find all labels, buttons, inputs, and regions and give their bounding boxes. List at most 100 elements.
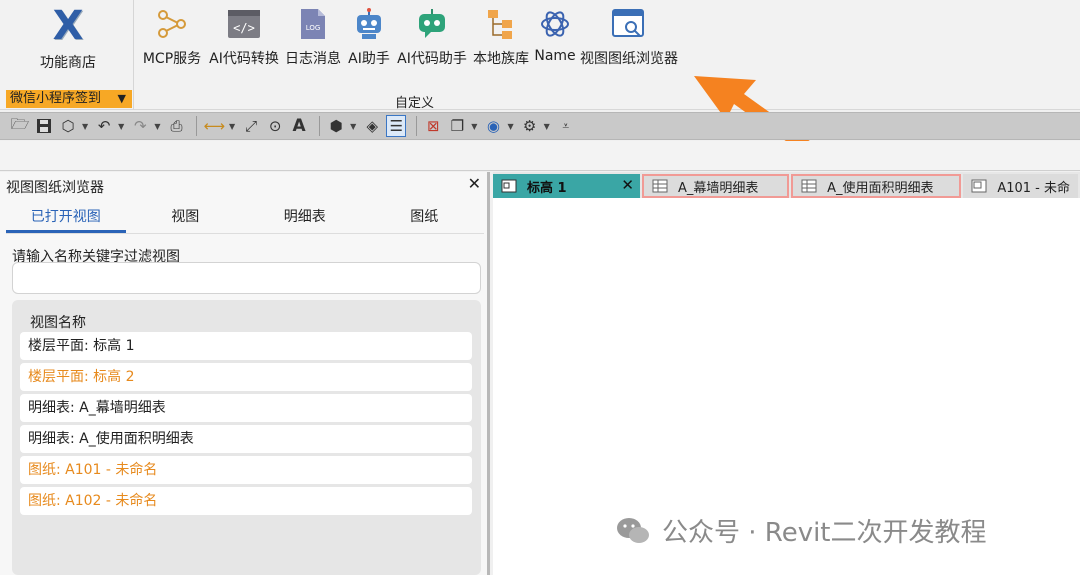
tool-label: 日志消息 — [285, 51, 341, 67]
separator — [319, 116, 321, 136]
tool-label: AI代码助手 — [397, 51, 467, 67]
list-item[interactable]: 楼层平面: 标高 2 — [20, 363, 472, 391]
function-store-button[interactable]: X 功能商店 — [20, 4, 116, 74]
doc-tab-label: 标高 1 — [527, 180, 567, 196]
local-family-library-button[interactable]: 本地族库 — [470, 6, 532, 74]
svg-text:</>: </> — [233, 21, 255, 35]
doc-tab-curtain-wall-schedule[interactable]: A_幕墙明细表 — [641, 174, 790, 198]
tool-label: AI代码转换 — [209, 51, 279, 67]
dropdown-arrow-icon[interactable]: ▼ — [471, 122, 477, 131]
close-hidden-windows-icon[interactable]: ⊠ — [423, 115, 443, 137]
tool-label: Name — [534, 48, 576, 64]
dropdown-arrow-icon[interactable]: ▼ — [350, 122, 356, 131]
close-tab-icon[interactable]: ✕ — [621, 176, 634, 194]
list-header: 视图名称 — [30, 315, 86, 331]
sheet-icon — [971, 179, 987, 193]
separator — [196, 116, 198, 136]
tree-folders-icon — [472, 6, 530, 42]
tool-label: AI助手 — [348, 51, 390, 67]
list-item[interactable]: 明细表: A_使用面积明细表 — [20, 425, 472, 453]
log-file-icon: LOG — [284, 6, 342, 42]
openai-knot-icon — [534, 6, 576, 42]
browser-tabs: 已打开视图 视图 明细表 图纸 — [6, 204, 484, 234]
mcp-nodes-icon — [140, 6, 204, 42]
list-item[interactable]: 楼层平面: 标高 1 — [20, 332, 472, 360]
redo-icon[interactable]: ↷ — [130, 115, 150, 137]
doc-tab-label: A101 - 未命 — [997, 180, 1070, 196]
tab-opened-views[interactable]: 已打开视图 — [6, 204, 126, 233]
sync-cloud-icon[interactable]: ⬡ — [58, 115, 78, 137]
caret-down-icon: ▼ — [117, 92, 126, 105]
doc-tab-area-schedule[interactable]: A_使用面积明细表 — [791, 174, 962, 198]
doc-tab-level-1[interactable]: 标高 1 ✕ — [493, 174, 640, 198]
tool-label: 本地族库 — [473, 51, 529, 67]
open-folder-icon[interactable]: 🗁 — [10, 115, 30, 137]
name-button[interactable]: Name — [532, 6, 578, 74]
watermark-text: 公众号 · Revit二次开发教程 — [662, 518, 987, 548]
wechat-logo-icon — [617, 517, 649, 543]
dropdown-arrow-icon[interactable]: ▼ — [154, 122, 160, 131]
window-search-icon — [580, 6, 678, 42]
ai-code-convert-button[interactable]: </> AI代码转换 — [206, 6, 282, 74]
schedule-icon — [801, 179, 817, 193]
dropdown-arrow-icon[interactable]: ▼ — [544, 122, 550, 131]
function-store-label: 功能商店 — [40, 55, 96, 71]
options-bar — [0, 141, 1080, 171]
robot-icon — [346, 6, 392, 42]
tab-views[interactable]: 视图 — [126, 204, 246, 233]
undo-icon[interactable]: ↶ — [94, 115, 114, 137]
doc-tab-label: A_使用面积明细表 — [827, 180, 934, 196]
ai-assistant-button[interactable]: AI助手 — [344, 6, 394, 74]
tag-icon[interactable]: ⊙ — [265, 115, 285, 137]
revit-window: X 功能商店 微信小程序签到 ▼ MCP服务 </> AI代码转换 LOG 日志… — [0, 0, 1080, 575]
dropdown-arrow-icon[interactable]: ▼ — [118, 122, 124, 131]
doc-tab-sheet-a101[interactable]: A101 - 未命 — [963, 174, 1078, 198]
mcp-service-button[interactable]: MCP服务 — [138, 6, 206, 74]
panel-title: 视图图纸浏览器 — [6, 180, 104, 196]
measure-icon[interactable]: ⟷ — [203, 115, 225, 137]
thin-lines-icon[interactable]: ☰ — [386, 115, 407, 137]
store-panel: X 功能商店 微信小程序签到 ▼ — [0, 0, 134, 110]
ribbon: X 功能商店 微信小程序签到 ▼ MCP服务 </> AI代码转换 LOG 日志… — [0, 0, 1080, 111]
switch-windows-icon[interactable]: ❐ — [447, 115, 467, 137]
custom-group-label: 自定义 — [395, 96, 435, 111]
text-icon[interactable]: A — [289, 115, 309, 137]
code-window-icon: </> — [208, 6, 280, 42]
section-icon[interactable]: ◈ — [362, 115, 382, 137]
save-icon[interactable] — [34, 115, 54, 137]
tab-schedules[interactable]: 明细表 — [245, 204, 365, 233]
dropdown-arrow-icon[interactable]: ▼ — [82, 122, 88, 131]
list-item[interactable]: 图纸: A102 - 未命名 — [20, 487, 472, 515]
doc-tab-label: A_幕墙明细表 — [677, 180, 759, 196]
x-logo-icon: X — [52, 3, 84, 49]
mini-program-signin-dropdown[interactable]: 微信小程序签到 ▼ — [6, 90, 132, 108]
robot-chat-icon — [396, 6, 468, 42]
tool-label: 视图图纸浏览器 — [580, 51, 678, 67]
separator — [416, 116, 418, 136]
mini-program-label: 微信小程序签到 — [10, 91, 102, 106]
log-message-button[interactable]: LOG 日志消息 — [282, 6, 344, 74]
ai-code-assistant-button[interactable]: AI代码助手 — [394, 6, 470, 74]
custom-tools: MCP服务 </> AI代码转换 LOG 日志消息 AI助手 AI代码助手 本地… — [138, 6, 680, 74]
list-item[interactable]: 图纸: A101 - 未命名 — [20, 456, 472, 484]
close-icon[interactable]: ✕ — [468, 174, 481, 193]
settings-gear-icon[interactable]: ⚙ — [520, 115, 540, 137]
print-icon[interactable]: ⎙ — [166, 115, 186, 137]
tab-sheets[interactable]: 图纸 — [365, 204, 485, 233]
list-rows: 楼层平面: 标高 1 楼层平面: 标高 2 明细表: A_幕墙明细表 明细表: … — [20, 332, 472, 518]
dropdown-arrow-icon[interactable]: ▼ — [229, 122, 235, 131]
svg-text:LOG: LOG — [306, 24, 321, 32]
dropdown-arrow-icon[interactable]: ▼ — [507, 122, 513, 131]
view-sheet-browser-button[interactable]: 视图图纸浏览器 — [578, 6, 680, 74]
filter-input[interactable] — [12, 262, 481, 294]
floor-plan-icon — [501, 179, 517, 193]
quick-access-toolbar: 🗁 ⬡ ▼ ↶ ▼ ↷ ▼ ⎙ ⟷ ▼ ⤢ ⊙ A ⬢ ▼ ◈ ☰ ⊠ ❐ ▼ … — [0, 112, 1080, 140]
tool-label: MCP服务 — [142, 51, 202, 67]
3d-view-icon[interactable]: ⬢ — [326, 115, 346, 137]
customize-toolbar-icon[interactable]: ⩡ — [556, 115, 576, 137]
view-sheet-browser-panel: 视图图纸浏览器 ✕ 已打开视图 视图 明细表 图纸 请输入名称关键字过滤视图 视… — [0, 172, 490, 575]
aligned-dimension-icon[interactable]: ⤢ — [241, 115, 261, 137]
document-tabs: 标高 1 ✕ A_幕墙明细表 A_使用面积明细表 A101 - 未命 — [493, 172, 1080, 198]
list-item[interactable]: 明细表: A_幕墙明细表 — [20, 394, 472, 422]
render-icon[interactable]: ◉ — [483, 115, 503, 137]
